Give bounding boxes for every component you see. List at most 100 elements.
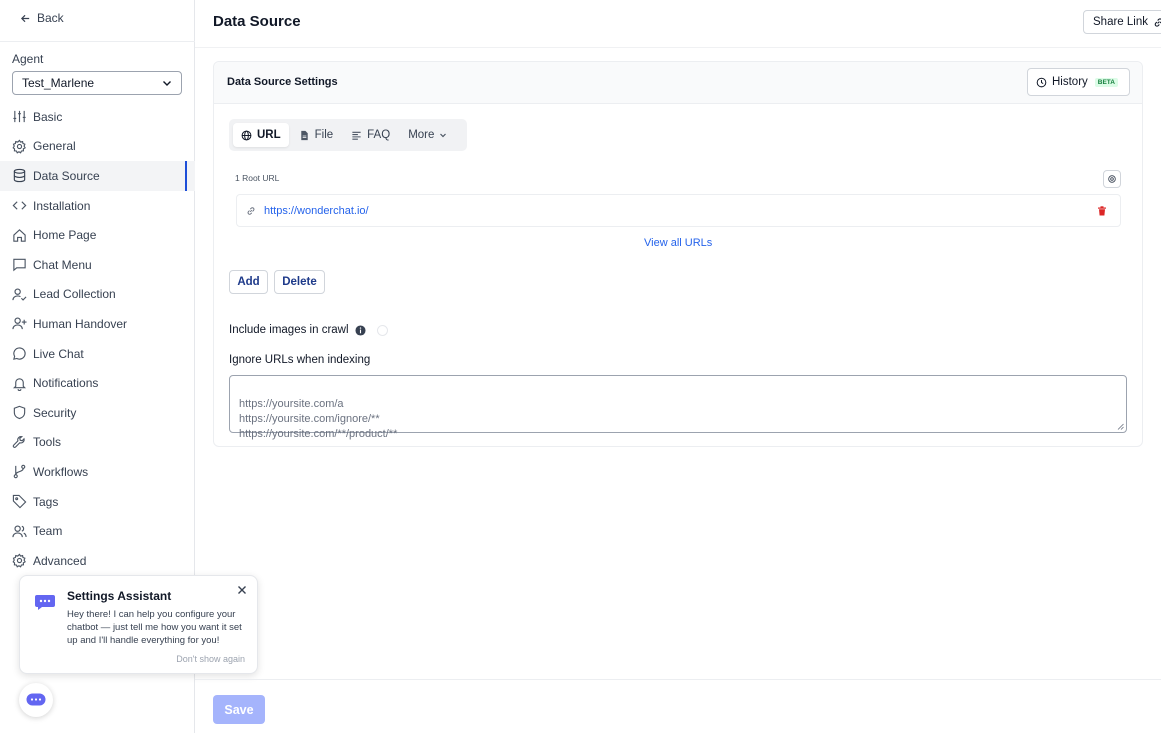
tab-more[interactable]: More	[400, 123, 455, 147]
tab-url[interactable]: URL	[233, 123, 289, 147]
sidebar-item-advanced[interactable]: Advanced	[0, 546, 195, 576]
clock-icon	[1036, 77, 1047, 87]
sidebar-item-installation[interactable]: Installation	[0, 191, 195, 221]
sidebar-item-label: Data Source	[33, 168, 100, 183]
sidebar-item-workflows[interactable]: Workflows	[0, 457, 195, 487]
tab-label: File	[314, 129, 334, 141]
assistant-title: Settings Assistant	[67, 589, 172, 603]
sidebar-item-home-page[interactable]: Home Page	[0, 220, 195, 250]
tab-label: URL	[257, 129, 281, 141]
sidebar-item-label: Basic	[33, 109, 63, 124]
bell-icon	[12, 377, 27, 391]
card-header: Data Source Settings History BETA	[214, 62, 1142, 104]
share-link-button[interactable]: Share Link	[1083, 10, 1161, 34]
info-icon[interactable]	[354, 324, 366, 336]
back-label: Back	[37, 11, 64, 25]
sidebar-item-chat-menu[interactable]: Chat Menu	[0, 250, 195, 280]
agent-select-value: Test_Marlene	[22, 76, 95, 90]
trash-icon[interactable]	[1097, 206, 1107, 216]
agent-select[interactable]: Test_Marlene	[12, 71, 182, 95]
user-check-icon	[12, 288, 27, 301]
sidebar-item-tags[interactable]: Tags	[0, 487, 195, 517]
tab-label: More	[408, 129, 435, 141]
branch-icon	[13, 465, 26, 479]
tab-file[interactable]: File	[291, 123, 342, 147]
ignore-urls-placeholder: https://yoursite.com/a https://yoursite.…	[239, 398, 398, 440]
assistant-launcher-button[interactable]	[19, 683, 53, 717]
sidebar-item-security[interactable]: Security	[0, 398, 195, 428]
delete-button[interactable]: Delete	[274, 270, 325, 294]
gear-icon	[1108, 175, 1116, 183]
resize-handle-icon[interactable]	[1117, 423, 1124, 430]
sidebar-nav: Basic General Data Source Installation H…	[0, 102, 195, 576]
include-images-toggle[interactable]	[376, 324, 388, 336]
add-button[interactable]: Add	[229, 270, 268, 294]
gear-icon	[12, 553, 26, 568]
history-label: History	[1052, 76, 1088, 88]
url-link[interactable]: https://wonderchat.io/	[264, 205, 369, 217]
list-icon	[352, 131, 361, 140]
url-list-item: https://wonderchat.io/	[236, 194, 1121, 227]
page-title: Data Source	[213, 13, 301, 30]
ignore-urls-textarea[interactable]: https://yoursite.com/a https://yoursite.…	[229, 375, 1127, 440]
chevron-down-icon	[440, 133, 447, 138]
tab-faq[interactable]: FAQ	[343, 123, 398, 147]
sidebar-item-label: Tags	[33, 494, 59, 509]
arrow-left-icon	[20, 14, 30, 22]
history-button[interactable]: History BETA	[1027, 68, 1130, 96]
home-icon	[13, 228, 26, 242]
sidebar-item-live-chat[interactable]: Live Chat	[0, 339, 195, 369]
assistant-body: Hey there! I can help you configure your…	[67, 609, 242, 647]
sidebar-item-label: Tools	[33, 435, 62, 450]
sidebar-item-label: Security	[33, 405, 77, 420]
source-tabs: URL File FAQ More	[229, 119, 467, 151]
code-icon	[12, 201, 27, 210]
sidebar-item-lead-collection[interactable]: Lead Collection	[0, 280, 195, 310]
link-icon	[247, 206, 255, 215]
link-icon	[1154, 17, 1161, 27]
sidebar-item-notifications[interactable]: Notifications	[0, 368, 195, 398]
sidebar-item-team[interactable]: Team	[0, 516, 195, 546]
sidebar-item-general[interactable]: General	[0, 132, 195, 162]
save-button[interactable]: Save	[213, 695, 265, 724]
divider	[0, 41, 195, 42]
close-icon[interactable]	[237, 585, 247, 595]
users-icon	[12, 525, 27, 537]
chat-bot-icon	[26, 693, 46, 706]
chevron-down-icon	[163, 81, 171, 86]
beta-badge: BETA	[1094, 77, 1118, 87]
data-source-settings-card: Data Source Settings History BETA URL Fi…	[213, 61, 1143, 447]
file-icon	[300, 130, 308, 140]
back-button[interactable]: Back	[20, 11, 64, 25]
dont-show-again-link[interactable]: Don't show again	[176, 654, 245, 664]
url-settings-button[interactable]	[1103, 170, 1121, 188]
card-title: Data Source Settings	[227, 76, 338, 88]
sidebar-item-label: Live Chat	[33, 346, 84, 361]
sidebar-item-label: Team	[33, 524, 63, 539]
globe-icon	[241, 130, 252, 140]
sidebar-item-human-handover[interactable]: Human Handover	[0, 309, 195, 339]
chat-bubble-icon	[13, 259, 26, 272]
wrench-icon	[12, 435, 25, 448]
settings-assistant-popup: Settings Assistant Hey there! I can help…	[19, 575, 258, 674]
sidebar-item-data-source[interactable]: Data Source	[0, 161, 195, 191]
divider	[195, 47, 1161, 48]
tab-label: FAQ	[367, 129, 391, 141]
database-icon	[13, 169, 26, 183]
sidebar-item-label: Workflows	[33, 464, 89, 479]
sidebar-item-label: Lead Collection	[33, 287, 116, 302]
shield-icon	[13, 406, 26, 420]
sidebar-item-label: Installation	[33, 198, 91, 213]
sidebar-item-label: General	[33, 139, 76, 154]
sidebar-item-basic[interactable]: Basic	[0, 102, 195, 132]
sidebar-item-label: Notifications	[33, 376, 99, 391]
agent-label: Agent	[12, 52, 44, 66]
sidebar-item-tools[interactable]: Tools	[0, 428, 195, 458]
include-images-row: Include images in crawl	[229, 324, 388, 336]
gear-icon	[12, 139, 26, 154]
sidebar-item-label: Advanced	[33, 553, 87, 568]
sidebar-item-label: Chat Menu	[33, 257, 92, 272]
include-images-label: Include images in crawl	[229, 324, 349, 336]
view-all-urls-link[interactable]: View all URLs	[644, 237, 712, 249]
divider	[195, 679, 1161, 680]
